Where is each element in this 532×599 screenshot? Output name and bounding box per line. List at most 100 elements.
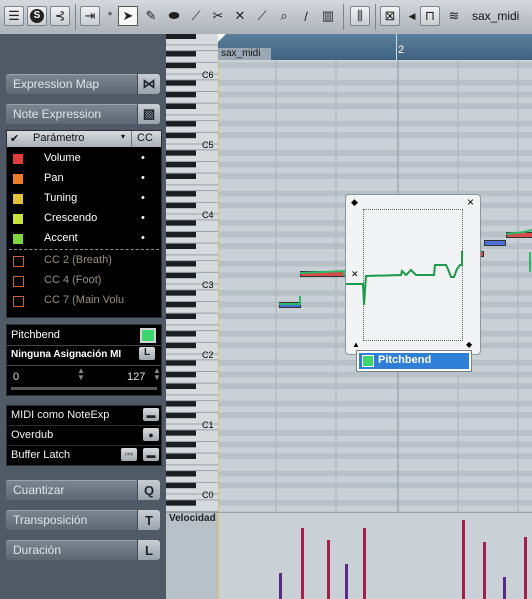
- transpose-button[interactable]: T: [137, 510, 160, 530]
- dropdown-label: Pitchbend: [378, 354, 432, 366]
- part-tab[interactable]: sax_midi: [218, 48, 271, 60]
- overdub-toggle[interactable]: Overdub ●: [6, 425, 162, 446]
- stepper-icon[interactable]: ▲ ▼: [153, 367, 161, 382]
- max-value[interactable]: 127: [127, 371, 145, 383]
- pointer-icon[interactable]: ➤: [118, 6, 138, 26]
- length-section[interactable]: Duración L: [6, 540, 160, 560]
- time-warp-icon[interactable]: ▥: [318, 6, 338, 26]
- glue-icon[interactable]: ✂: [208, 6, 228, 26]
- quantize-button[interactable]: Q: [137, 480, 160, 500]
- param-name: Pan: [44, 172, 64, 184]
- grid-row: [218, 464, 532, 471]
- cc-row[interactable]: CC 4 (Foot): [7, 271, 161, 291]
- toggle-button[interactable]: ●: [143, 428, 159, 441]
- param-row[interactable]: Crescendo •: [7, 209, 161, 229]
- black-key: [166, 470, 196, 477]
- cc-row[interactable]: CC 2 (Breath): [7, 251, 161, 271]
- color-swatch: [13, 214, 23, 224]
- min-value[interactable]: 0: [13, 371, 19, 383]
- pitchbend-label: Pitchbend: [11, 329, 60, 341]
- param-dot: •: [141, 232, 145, 244]
- quantize-icon[interactable]: ⫼: [350, 6, 370, 26]
- check-icon: ✔: [10, 133, 20, 145]
- cc-row[interactable]: CC 7 (Main Volu: [7, 291, 161, 311]
- note-expression-section[interactable]: Note Expression ▧: [6, 104, 160, 124]
- velocity-lane[interactable]: [166, 512, 532, 599]
- black-key: [166, 412, 196, 419]
- arrow-down-icon[interactable]: ▲: [352, 340, 360, 349]
- resize-corner-icon[interactable]: ◆: [466, 340, 472, 349]
- assignment-select[interactable]: Ninguna Asignación MI: [11, 349, 121, 360]
- black-key: [166, 190, 196, 197]
- toggle-label: Overdub: [11, 429, 54, 441]
- midi-note[interactable]: [300, 271, 346, 277]
- cycle-marker-icon[interactable]: [218, 34, 226, 42]
- lanes-icon[interactable]: ≋: [444, 6, 464, 26]
- grid-row: [218, 85, 532, 92]
- transpose-section[interactable]: Transposición T: [6, 510, 160, 530]
- param-name: CC 2 (Breath): [44, 254, 112, 266]
- part-list-icon[interactable]: ⊓: [420, 6, 440, 26]
- ruler[interactable]: sax_midi 2: [218, 34, 532, 60]
- stepper-icon[interactable]: ▲ ▼: [77, 367, 85, 382]
- param-row[interactable]: Volume •: [7, 149, 161, 169]
- rewind-icon[interactable]: ⏮: [121, 448, 137, 461]
- divider: [9, 249, 159, 250]
- panel-icon[interactable]: ☰: [4, 6, 24, 26]
- param-row[interactable]: Tuning •: [7, 189, 161, 209]
- line-icon[interactable]: ⟋: [252, 6, 272, 26]
- black-key: [166, 453, 196, 459]
- grid-row: [218, 74, 532, 80]
- grid-row: [218, 97, 532, 104]
- asterisk-icon[interactable]: *: [100, 6, 120, 26]
- col-cc[interactable]: CC: [137, 132, 153, 144]
- snap-icon[interactable]: ⊠: [380, 6, 400, 26]
- zoom-icon[interactable]: ⌕: [274, 6, 294, 26]
- feedback-icon[interactable]: ⊰: [50, 6, 70, 26]
- midi-note[interactable]: [484, 240, 506, 246]
- piano-keyboard[interactable]: C6 C5 C4 C3 C2 C1 C0: [166, 34, 218, 512]
- grid-row: [218, 389, 532, 395]
- param-dot: •: [141, 172, 145, 184]
- toggle-button[interactable]: ▬: [143, 408, 159, 421]
- key-label: C1: [202, 420, 214, 430]
- black-key: [166, 342, 196, 349]
- grid-row: [218, 377, 532, 384]
- length-button[interactable]: L: [137, 540, 160, 560]
- expression-map-section[interactable]: Expression Map ⋈: [6, 74, 160, 94]
- black-key: [166, 50, 196, 57]
- col-param[interactable]: Parámetro: [33, 132, 84, 144]
- line-tool-icon[interactable]: /: [296, 6, 316, 26]
- solo-icon[interactable]: S: [27, 6, 47, 26]
- grid-row: [218, 447, 532, 454]
- pitchbend-color[interactable]: [140, 328, 156, 343]
- note-expression-icon[interactable]: ▧: [137, 104, 160, 124]
- black-key: [166, 91, 196, 98]
- param-row[interactable]: Pan •: [7, 169, 161, 189]
- midi-as-noteexp-toggle[interactable]: MIDI como NoteExp ▬: [6, 405, 162, 426]
- black-key: [166, 359, 196, 366]
- autoscroll-icon[interactable]: ⇥: [80, 6, 100, 26]
- param-row[interactable]: Accent •: [7, 229, 161, 249]
- triangle-icon[interactable]: ◀: [402, 6, 422, 26]
- toggle-label: Buffer Latch: [11, 449, 71, 461]
- black-key: [166, 441, 196, 448]
- midi-note[interactable]: [506, 232, 532, 238]
- grid-row: [218, 155, 532, 162]
- midi-note[interactable]: [279, 302, 301, 308]
- quantize-section[interactable]: Cuantizar Q: [6, 480, 160, 500]
- dropdown-icon[interactable]: ▾: [121, 132, 125, 141]
- grid-row: [218, 400, 532, 407]
- eraser-icon[interactable]: ⬬: [164, 6, 184, 26]
- note-expression-editor[interactable]: ◆ × ✕ ▲ ◆: [345, 194, 481, 355]
- toggle-button[interactable]: ▬: [143, 448, 159, 461]
- expression-map-icon[interactable]: ⋈: [137, 74, 160, 94]
- buffer-latch-toggle[interactable]: Buffer Latch ⏮ ▬: [6, 445, 162, 466]
- pencil-icon[interactable]: ✎: [141, 6, 161, 26]
- learn-button[interactable]: L: [139, 347, 155, 360]
- mute-icon[interactable]: ✕: [230, 6, 250, 26]
- grid-row: [218, 394, 532, 401]
- parameter-dropdown[interactable]: Pitchbend: [356, 350, 472, 372]
- resize-icon[interactable]: ✕: [351, 269, 359, 280]
- knife-icon[interactable]: ⟋: [186, 6, 206, 26]
